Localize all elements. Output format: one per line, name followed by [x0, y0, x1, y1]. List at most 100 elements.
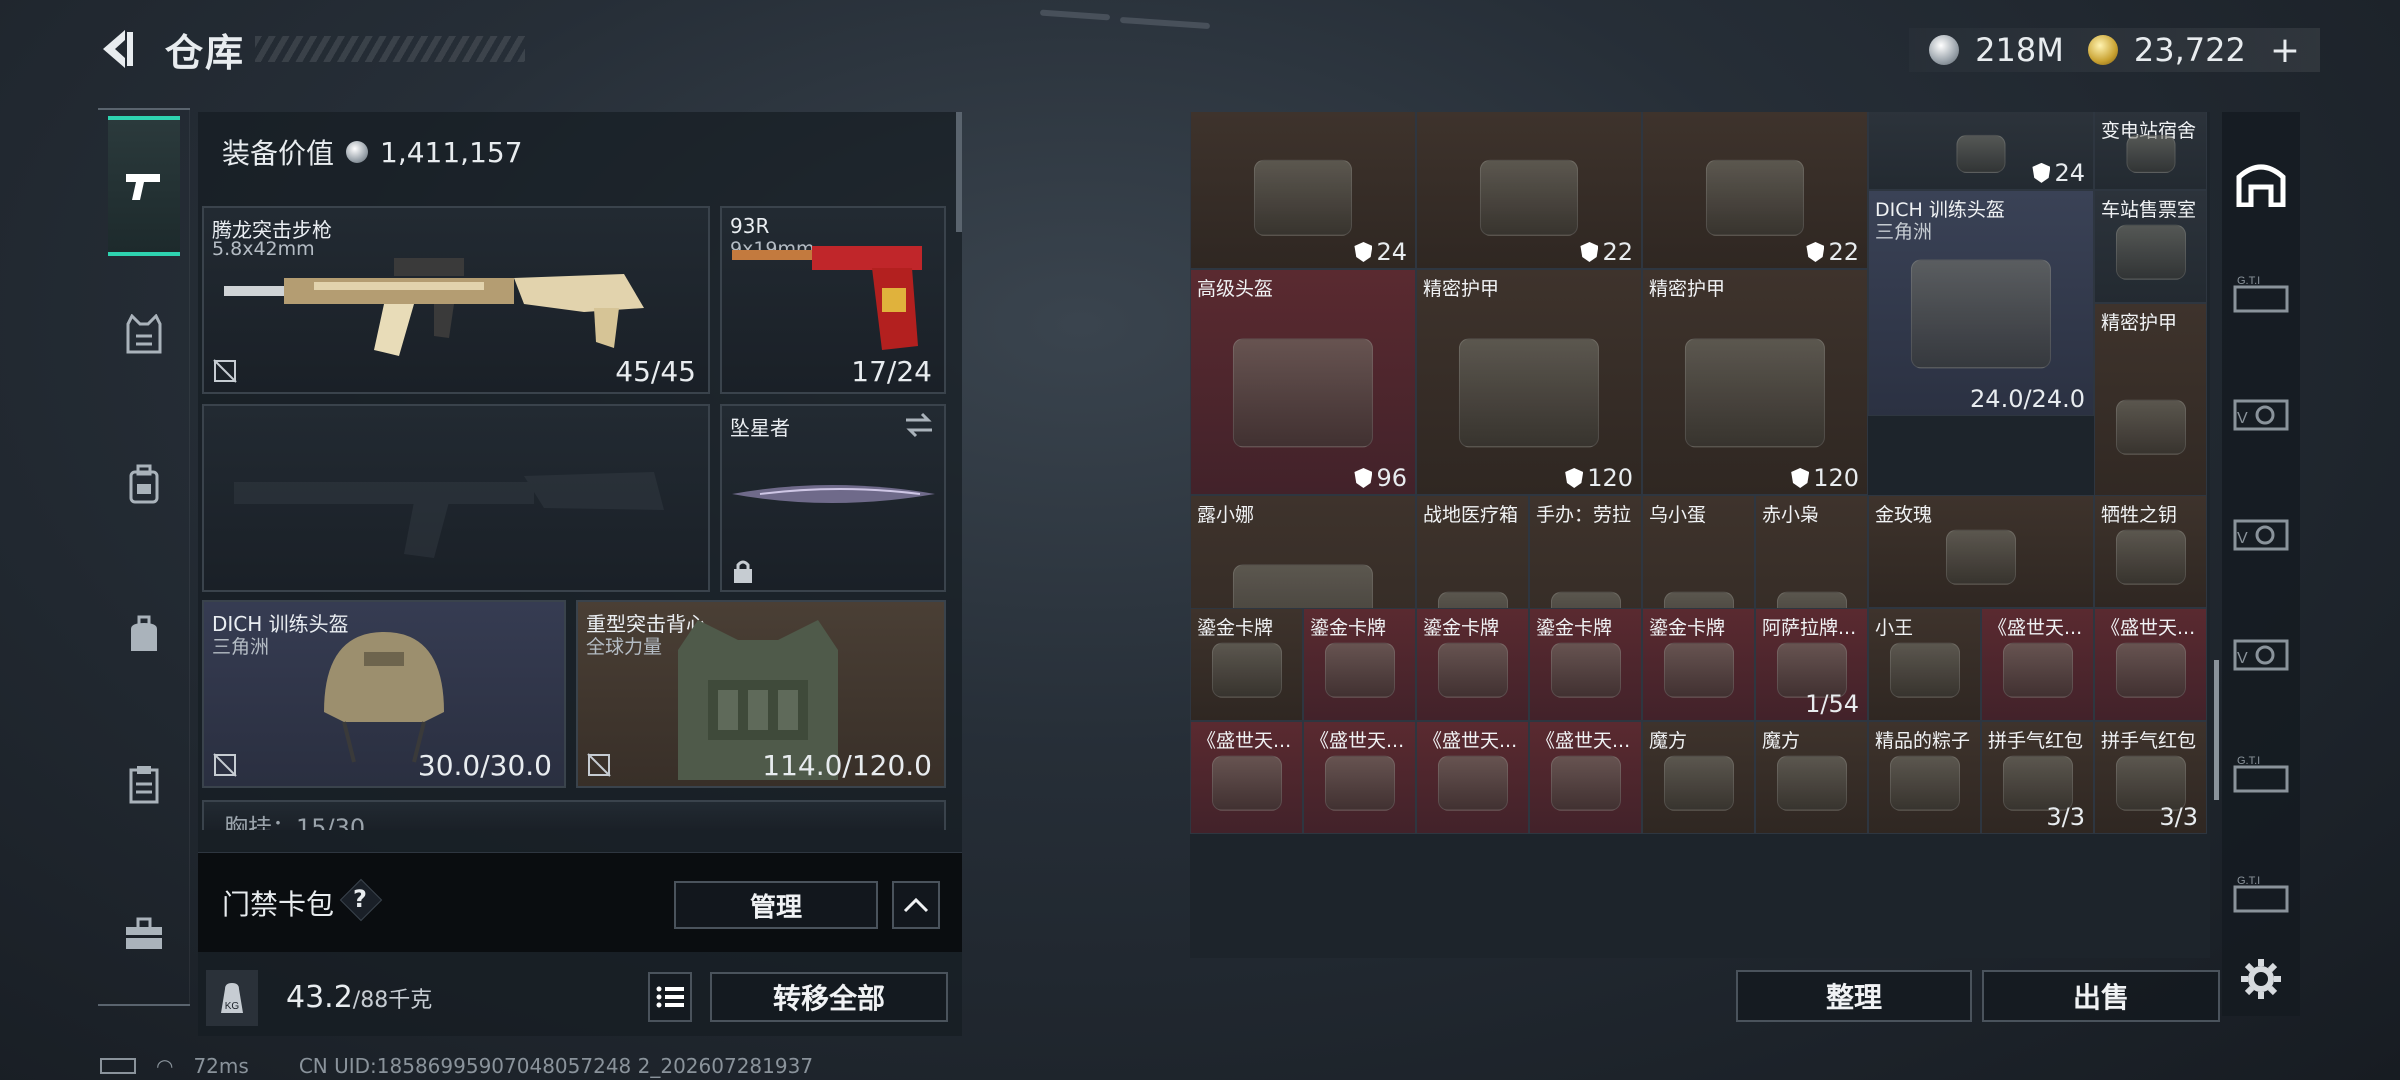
collapse-button[interactable] — [892, 881, 940, 929]
inventory-item[interactable]: 小王 — [1868, 608, 1981, 721]
item-name: 乌小蛋 — [1649, 504, 1707, 526]
sidebar-divider — [98, 1004, 190, 1006]
inventory-item[interactable]: 22 — [1642, 112, 1868, 269]
item-image — [1889, 642, 1960, 698]
inventory-item[interactable]: 鎏金卡牌 — [1529, 608, 1642, 721]
item-subtitle: 三角洲 — [1875, 220, 1933, 243]
inventory-item[interactable]: 拼手气红包 3/3 — [2094, 721, 2207, 834]
tab-home-warehouse[interactable] — [2230, 152, 2292, 214]
back-button[interactable] — [95, 26, 141, 72]
silver-currency-value: 218M — [1975, 31, 2064, 69]
inventory-item[interactable]: 魔方 — [1755, 721, 1868, 834]
rifle-silhouette-icon — [234, 472, 664, 558]
swap-arrows-icon[interactable] — [904, 412, 934, 438]
item-image — [2115, 642, 2186, 698]
inventory-scrollbar[interactable] — [2214, 660, 2219, 800]
status-footer: ◠ 72ms CN UID:18586995907048057248 2_202… — [100, 1054, 813, 1078]
helmet-durability: 30.0/30.0 — [417, 749, 552, 782]
tab-vault-3[interactable]: V — [2230, 622, 2292, 684]
slot-helmet[interactable]: DICH 训练头盔 三角洲 30.0/30.0 — [202, 600, 566, 788]
item-name: 《盛世天... — [1423, 730, 1518, 752]
lock-icon — [734, 560, 752, 583]
inventory-item[interactable]: 24 — [1190, 112, 1416, 269]
item-image — [1458, 338, 1600, 448]
inventory-item[interactable]: 鎏金卡牌 — [1303, 608, 1416, 721]
inventory-item[interactable]: 精品的粽子 — [1868, 721, 1981, 834]
item-name: 鎏金卡牌 — [1423, 617, 1500, 639]
inventory-item[interactable]: 《盛世天... — [1416, 721, 1529, 834]
tab-vault-2[interactable]: V — [2230, 502, 2292, 564]
slot-melee[interactable]: 坠星者 — [720, 404, 946, 592]
inventory-item[interactable]: 精密护甲 120 — [1642, 269, 1868, 495]
inventory-item[interactable]: 高级头盔 96 — [1190, 269, 1416, 495]
vault-icon: V — [2233, 399, 2289, 431]
item-image — [2115, 399, 2186, 455]
inventory-item[interactable]: 《盛世天... — [1303, 721, 1416, 834]
tab-gti-case-3[interactable]: G.T.I — [2230, 862, 2292, 924]
inventory-item[interactable]: 《盛世天... — [2094, 608, 2207, 721]
wifi-icon: ◠ — [156, 1054, 174, 1078]
item-quantity: 22 — [1580, 238, 1633, 266]
tab-armor[interactable] — [108, 298, 180, 370]
tab-weapons[interactable] — [108, 116, 180, 256]
tab-vault-1[interactable]: V — [2230, 382, 2292, 444]
pistol-icon — [126, 174, 160, 200]
inventory-item[interactable]: 《盛世天... — [1981, 608, 2094, 721]
scrollbar[interactable] — [956, 112, 962, 232]
inventory-item[interactable]: 24 — [1868, 112, 2094, 190]
inventory-item[interactable]: 变电站宿舍 — [2094, 112, 2207, 190]
settings-button[interactable] — [2230, 948, 2292, 1010]
item-quantity: 1/54 — [1805, 690, 1859, 718]
inventory-item[interactable]: 阿萨拉牌... 1/54 — [1755, 608, 1868, 721]
battery-icon — [100, 1058, 136, 1074]
item-image — [1232, 338, 1374, 448]
gold-coin-icon — [2087, 35, 2118, 65]
inventory-item[interactable]: 车站售票室 — [2094, 189, 2207, 303]
inventory-item[interactable]: 鎏金卡牌 — [1642, 608, 1755, 721]
manage-button[interactable]: 管理 — [674, 881, 878, 929]
inventory-item[interactable]: 魔方 — [1642, 721, 1755, 834]
inventory-item[interactable]: 鎏金卡牌 — [1190, 608, 1303, 721]
item-quantity: 3/3 — [2159, 803, 2198, 831]
sidebar-divider — [98, 108, 190, 110]
slot-pistol[interactable]: 93R 9x19mm 17/24 — [720, 206, 946, 394]
sort-button[interactable]: 整理 — [1736, 970, 1972, 1022]
assault-rifle-image — [224, 258, 644, 356]
inventory-item[interactable]: 鎏金卡牌 — [1416, 608, 1529, 721]
svg-text:G.T.I: G.T.I — [2237, 275, 2260, 287]
help-icon[interactable]: ? — [353, 885, 367, 913]
inventory-item[interactable]: 金玫瑰 — [1868, 495, 2094, 608]
item-image — [1776, 755, 1847, 811]
tab-gti-case-2[interactable]: G.T.I — [2230, 742, 2292, 804]
tab-safebox[interactable] — [108, 898, 180, 970]
add-currency-button[interactable]: + — [2270, 30, 2300, 71]
inventory-item[interactable]: 牺牲之钥 — [2094, 495, 2207, 608]
slot-chest-rig[interactable]: 胸挂：15/30 — [202, 800, 946, 830]
transfer-all-button[interactable]: 转移全部 — [710, 972, 948, 1022]
equipment-value-amount: 1,411,157 — [380, 135, 523, 169]
tab-gti-case-1[interactable]: G.T.I — [2230, 262, 2292, 324]
tab-backpack[interactable] — [108, 448, 180, 520]
inventory-item[interactable]: 拼手气红包 3/3 — [1981, 721, 2094, 834]
inventory-item[interactable]: 22 — [1416, 112, 1642, 269]
item-name: 《盛世天... — [1310, 730, 1405, 752]
slot-body-armor[interactable]: 重型突击背心 全球力量 114.0/120.0 — [576, 600, 946, 788]
svg-text:KG: KG — [225, 1001, 240, 1012]
item-name: 阿萨拉牌... — [1762, 617, 1857, 639]
item-image — [1956, 135, 2006, 174]
pistol-name: 93R — [730, 214, 770, 238]
list-icon — [656, 986, 684, 1008]
slot-primary-weapon[interactable]: 腾龙突击步枪 5.8x42mm 45/45 — [202, 206, 710, 394]
tab-bag[interactable] — [108, 598, 180, 670]
inventory-item[interactable]: DICH 训练头盔 三角洲 24.0/24.0 — [1868, 189, 2094, 416]
storage-tabs-rail: G.T.I V V V G.T.I G.T.I — [2222, 112, 2300, 1016]
tab-chest-rig[interactable] — [108, 748, 180, 820]
slot-secondary-weapon-empty[interactable] — [202, 404, 710, 592]
inventory-item[interactable]: 精密护甲 120 — [1416, 269, 1642, 495]
back-arrow-icon — [103, 30, 133, 68]
inventory-item[interactable]: 《盛世天... — [1190, 721, 1303, 834]
item-name: 《盛世天... — [1536, 730, 1631, 752]
list-view-button[interactable] — [648, 972, 692, 1022]
inventory-item[interactable]: 《盛世天... — [1529, 721, 1642, 834]
sell-button[interactable]: 出售 — [1982, 970, 2220, 1022]
